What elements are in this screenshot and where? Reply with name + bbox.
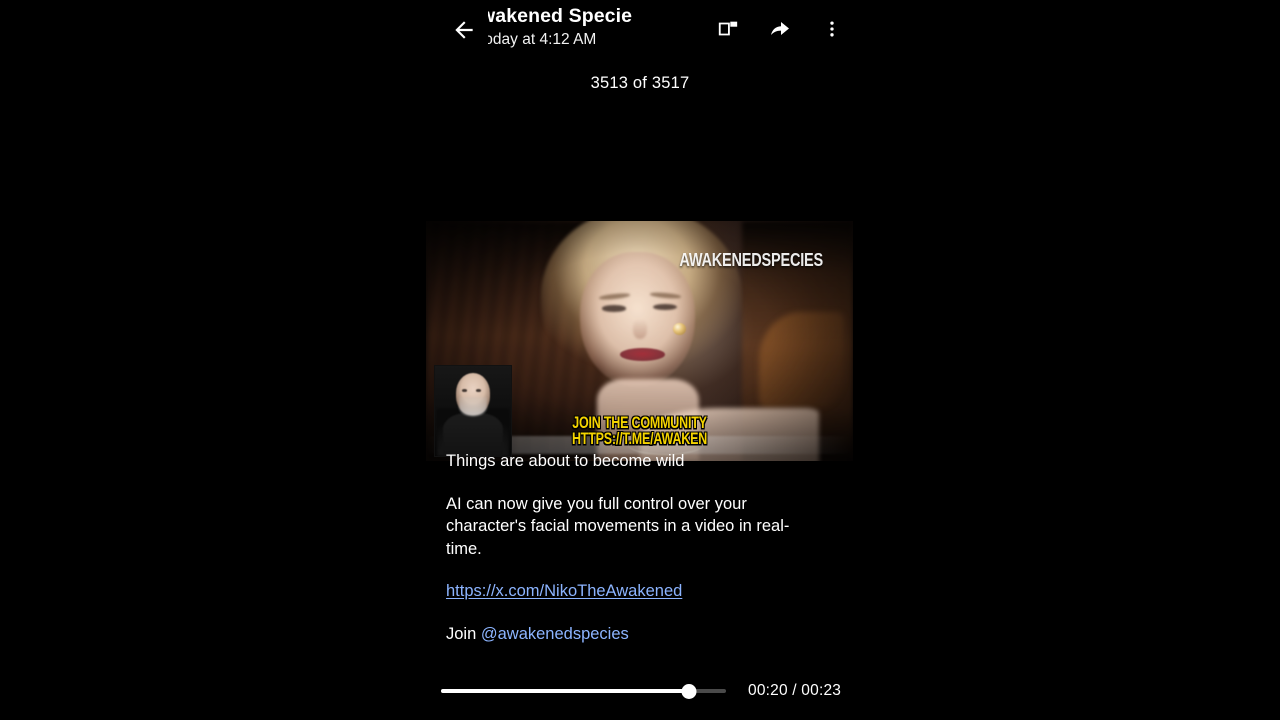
webcam-inset[interactable] <box>434 365 512 457</box>
seek-slider[interactable] <box>441 676 726 706</box>
time-display: 00:20 / 00:23 <box>748 682 842 699</box>
more-options-button[interactable] <box>816 13 848 45</box>
join-prefix-text: Join <box>446 624 481 643</box>
seek-thumb[interactable] <box>681 684 697 699</box>
channel-watermark: AWAKENEDSPECIES <box>679 251 823 271</box>
top-bar-actions <box>712 8 848 50</box>
more-vertical-icon <box>822 19 842 39</box>
message-body: Things are about to become wild AI can n… <box>446 450 812 646</box>
webcam-person-eye-left <box>461 389 467 393</box>
external-link[interactable]: https://x.com/NikoTheAwakened <box>446 582 682 600</box>
media-viewer: wakened Specie today at 4:12 AM 3513 of … <box>0 0 1280 720</box>
back-arrow-icon <box>451 17 477 43</box>
message-join-paragraph: Join @awakenedspecies <box>446 623 812 646</box>
share-button[interactable] <box>764 13 796 45</box>
picture-in-picture-icon <box>717 18 739 40</box>
share-arrow-icon <box>768 17 792 41</box>
video-player-surface[interactable]: AWAKENEDSPECIES JOIN THE COMMUNITY HTTPS… <box>426 221 853 461</box>
message-paragraph-1: Things are about to become wild <box>446 452 685 470</box>
caption-line-2: HTTPS://T.ME/AWAKEN <box>571 429 708 448</box>
channel-mention-link[interactable]: @awakenedspecies <box>481 625 629 643</box>
back-button[interactable] <box>444 10 484 50</box>
picture-in-picture-button[interactable] <box>712 13 744 45</box>
top-app-bar: wakened Specie today at 4:12 AM <box>426 0 854 58</box>
message-counter: 3513 of 3517 <box>590 74 690 92</box>
message-link-paragraph: https://x.com/NikoTheAwakened <box>446 580 812 603</box>
chat-title: wakened Specie <box>488 5 633 27</box>
video-player-controls: 00:20 / 00:23 <box>426 676 854 706</box>
title-block: wakened Specie today at 4:12 AM <box>488 3 666 55</box>
seek-progress-fill <box>441 689 689 693</box>
message-paragraph-2: AI can now give you full control over yo… <box>446 494 790 558</box>
chat-subtitle: today at 4:12 AM <box>488 31 597 48</box>
